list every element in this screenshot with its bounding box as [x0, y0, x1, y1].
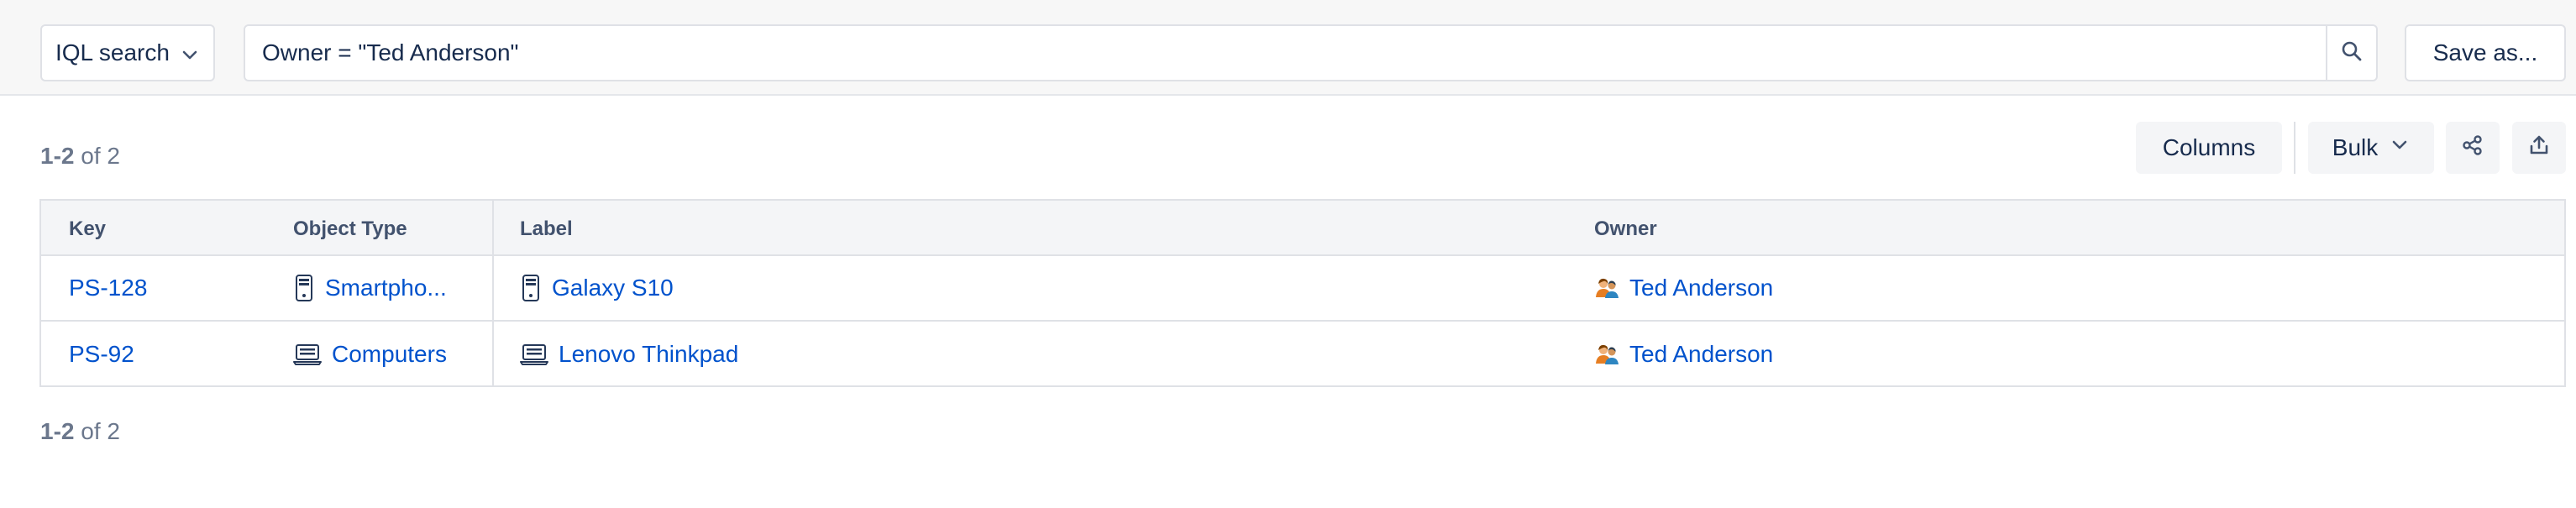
search-bar: IQL search Save as...	[0, 0, 2576, 96]
upload-icon	[2527, 134, 2551, 163]
search-mode-select[interactable]: IQL search	[40, 24, 215, 81]
save-as-button[interactable]: Save as...	[2405, 24, 2566, 81]
result-range: 1-2	[40, 418, 75, 444]
header-key[interactable]: Key	[69, 217, 106, 241]
table-row: PS-128 Smartpho... Galaxy S10 Ted Anders…	[41, 256, 2564, 322]
iql-search-input[interactable]	[245, 26, 2326, 80]
result-total: of 2	[81, 143, 120, 169]
chevron-down-icon	[180, 45, 200, 71]
avatar	[1594, 343, 1619, 365]
header-object-type[interactable]: Object Type	[293, 217, 407, 241]
laptop-icon	[520, 343, 548, 366]
object-type-link[interactable]: Smartpho...	[293, 256, 447, 320]
bulk-button[interactable]: Bulk	[2308, 122, 2434, 174]
smartphone-icon	[520, 274, 542, 302]
export-button[interactable]	[2512, 122, 2566, 174]
label-link[interactable]: Lenovo Thinkpad	[520, 322, 738, 387]
smartphone-icon	[293, 274, 315, 302]
laptop-icon	[293, 343, 322, 366]
result-count: 1-2 of 2	[40, 143, 120, 170]
owner-link[interactable]: Ted Anderson	[1594, 322, 1773, 387]
result-range: 1-2	[40, 143, 75, 169]
key-link[interactable]: PS-92	[69, 322, 134, 387]
object-type-link[interactable]: Computers	[293, 322, 447, 387]
chevron-down-icon	[2390, 134, 2410, 161]
share-button[interactable]	[2446, 122, 2500, 174]
header-owner[interactable]: Owner	[1594, 217, 1657, 241]
table-header: Key Object Type Label Owner	[41, 201, 2564, 256]
toolbar-divider	[2294, 122, 2295, 174]
result-count-bottom: 1-2 of 2	[40, 418, 120, 445]
search-icon	[2340, 39, 2364, 67]
header-label[interactable]: Label	[520, 217, 573, 241]
search-mode-label: IQL search	[55, 39, 170, 65]
label-link[interactable]: Galaxy S10	[520, 256, 674, 320]
table-row: PS-92 Computers Lenovo Thinkpad Ted Ande…	[41, 322, 2564, 387]
search-button[interactable]	[2326, 26, 2376, 80]
share-icon	[2461, 134, 2484, 163]
iql-search-field	[244, 24, 2378, 81]
bulk-label: Bulk	[2332, 134, 2379, 160]
columns-button[interactable]: Columns	[2136, 122, 2282, 174]
owner-link[interactable]: Ted Anderson	[1594, 256, 1773, 320]
key-link[interactable]: PS-128	[69, 256, 147, 320]
avatar	[1594, 277, 1619, 299]
objects-table: Key Object Type Label Owner PS-128 Smart…	[39, 199, 2566, 387]
result-total: of 2	[81, 418, 120, 444]
